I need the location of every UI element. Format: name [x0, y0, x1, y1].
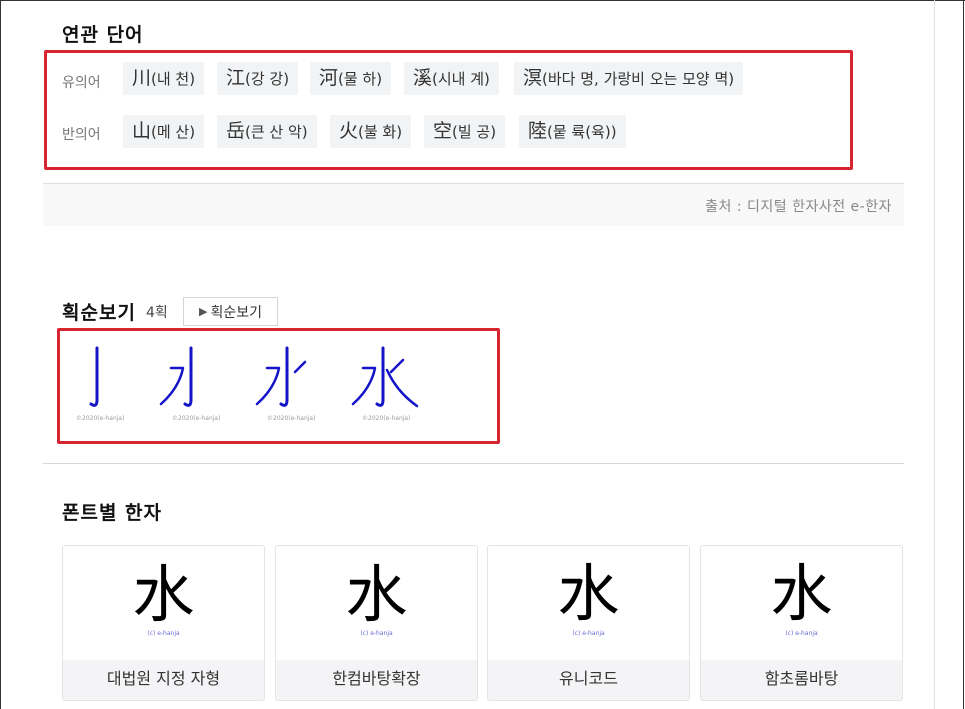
synonym-hanja: 溪 — [413, 67, 433, 89]
related-words-title: 연관 단어 — [62, 24, 144, 46]
antonym-reading: (큰 산 악) — [245, 123, 308, 141]
antonym-chip-5[interactable]: 陸(뭍 륙(육)) — [519, 115, 626, 148]
font-card-3[interactable]: 水 (c) e-hanja 유니코드 — [487, 545, 690, 701]
synonym-chip-2[interactable]: 江(강 강) — [217, 62, 299, 95]
antonym-chip-4[interactable]: 空(빌 공) — [424, 115, 506, 148]
antonym-hanja: 陸 — [528, 120, 548, 142]
antonym-chip-1[interactable]: 山(메 산) — [123, 115, 205, 148]
stroke-frame-credit-2: ©2020(e-hanja) — [172, 415, 221, 422]
font-card-2[interactable]: 水 (c) e-hanja 한컴바탕확장 — [275, 545, 478, 701]
font-glyph-area: 水 (c) e-hanja — [63, 546, 264, 660]
play-icon: ▶ — [199, 305, 208, 318]
antonym-reading: (빌 공) — [452, 123, 497, 141]
font-credit: (c) e-hanja — [147, 630, 180, 637]
stroke-frame-1 — [89, 346, 99, 407]
stroke-order-title: 획순보기 — [62, 302, 136, 324]
synonym-hanja: 溟 — [523, 67, 543, 89]
stroke-frame-3 — [255, 346, 307, 407]
section-divider — [43, 463, 904, 464]
font-glyph-area: 水 (c) e-hanja — [276, 546, 477, 660]
stroke-order-play-button[interactable]: ▶ 획순보기 — [183, 297, 278, 326]
stroke-frame-credit-4: ©2020(e-hanja) — [362, 415, 411, 422]
antonym-reading: (불 화) — [358, 123, 403, 141]
window-right-border — [963, 0, 964, 709]
synonym-reading: (강 강) — [245, 70, 290, 88]
font-glyph-area: 水 (c) e-hanja — [701, 546, 902, 660]
stroke-frame-credit-3: ©2020(e-hanja) — [267, 415, 316, 422]
synonym-label: 유의어 — [62, 75, 101, 91]
synonym-reading: (물 하) — [338, 70, 383, 88]
font-glyph: 水 — [557, 561, 620, 629]
antonym-reading: (메 산) — [151, 123, 196, 141]
font-card-1[interactable]: 水 (c) e-hanja 대법원 지정 자형 — [62, 545, 265, 701]
antonym-hanja: 空 — [433, 120, 453, 142]
scroll-gutter-divider — [934, 0, 935, 709]
source-text: 출처 : 디지털 한자사전 e-한자 — [705, 199, 892, 215]
synonym-chip-3[interactable]: 河(물 하) — [310, 62, 392, 95]
antonym-label: 반의어 — [62, 127, 101, 143]
stroke-count: 4획 — [146, 305, 168, 321]
font-credit: (c) e-hanja — [785, 630, 818, 637]
synonym-chip-1[interactable]: 川(내 천) — [123, 62, 205, 95]
antonym-hanja: 火 — [339, 120, 359, 142]
synonym-hanja: 川 — [132, 67, 152, 89]
window-left-border — [0, 0, 1, 709]
antonym-chip-3[interactable]: 火(불 화) — [330, 115, 412, 148]
synonym-reading: (내 천) — [151, 70, 196, 88]
antonym-reading: (뭍 륙(육)) — [547, 123, 617, 141]
font-glyph: 水 — [770, 560, 833, 629]
font-credit: (c) e-hanja — [572, 630, 605, 637]
stroke-frame-credit-1: ©2020(e-hanja) — [76, 415, 125, 422]
stroke-order-button-label: 획순보기 — [210, 304, 262, 321]
font-credit: (c) e-hanja — [360, 630, 393, 637]
stroke-frame-2 — [159, 346, 193, 407]
font-name: 한컴바탕확장 — [276, 660, 477, 700]
synonym-chip-5[interactable]: 溟(바다 명, 가랑비 오는 모양 멱) — [514, 62, 744, 95]
antonym-chip-2[interactable]: 岳(큰 산 악) — [217, 115, 317, 148]
source-bar: 출처 : 디지털 한자사전 e-한자 — [43, 183, 904, 226]
font-glyph: 水 — [345, 558, 408, 631]
font-name: 함초롬바탕 — [701, 660, 902, 700]
font-name: 대법원 지정 자형 — [63, 660, 264, 700]
font-name: 유니코드 — [488, 660, 689, 700]
synonym-hanja: 江 — [226, 67, 246, 89]
font-glyph-area: 水 (c) e-hanja — [488, 546, 689, 660]
synonym-reading: (바다 명, 가랑비 오는 모양 멱) — [542, 70, 735, 88]
synonym-hanja: 河 — [319, 67, 339, 89]
window-top-border — [0, 0, 965, 1]
font-glyph: 水 — [132, 558, 195, 631]
stroke-frame-4 — [351, 346, 419, 408]
synonym-chip-4[interactable]: 溪(시내 계) — [404, 62, 499, 95]
antonym-hanja: 岳 — [226, 120, 246, 142]
antonym-hanja: 山 — [132, 120, 152, 142]
synonym-reading: (시내 계) — [432, 70, 490, 88]
font-card-4[interactable]: 水 (c) e-hanja 함초롬바탕 — [700, 545, 903, 701]
fonts-title: 폰트별 한자 — [62, 502, 163, 524]
